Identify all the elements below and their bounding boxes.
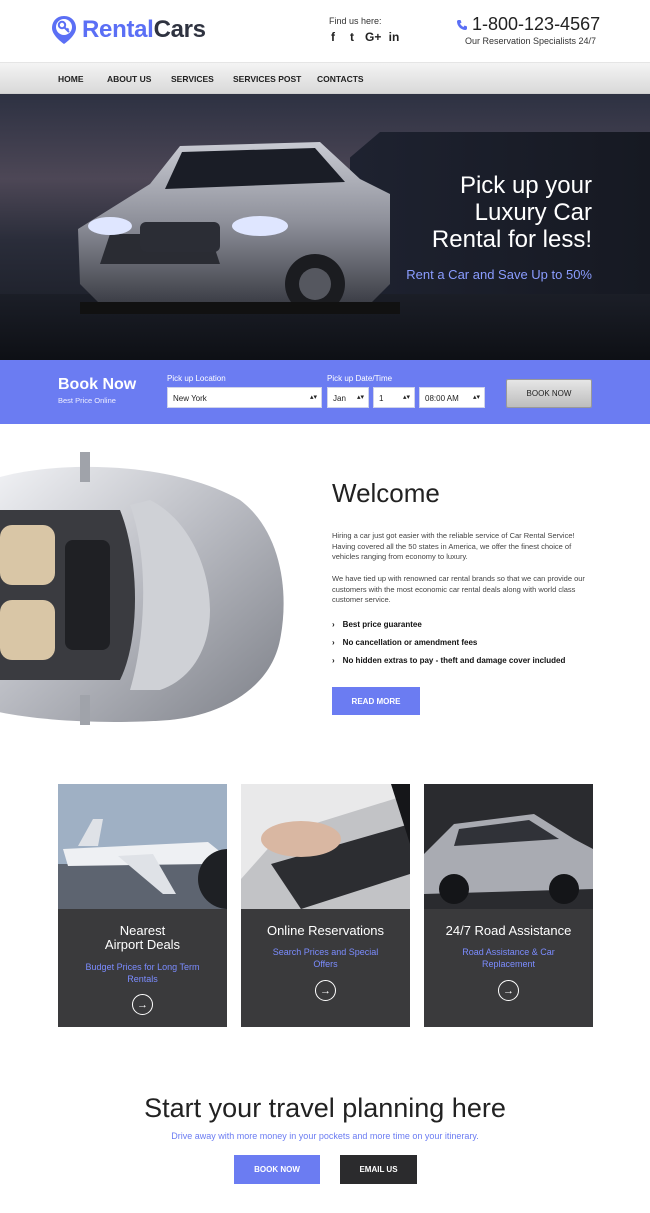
feature-bullet: › No cancellation or amendment fees	[332, 638, 477, 647]
hero-title: Pick up your Luxury Car Rental for less!	[332, 172, 592, 253]
read-more-button[interactable]: READ MORE	[332, 687, 420, 715]
cta-book-button[interactable]: BOOK NOW	[234, 1155, 320, 1184]
card-title-line-1: Nearest	[119, 923, 166, 938]
month-value: Jan	[333, 394, 346, 403]
facebook-icon[interactable]: f	[327, 30, 339, 44]
chevron-right-icon: ›	[332, 638, 335, 647]
main-nav: HOME ABOUT US SERVICES SERVICES POST CON…	[0, 62, 650, 94]
phone-number[interactable]: 1-800-123-4567	[456, 14, 600, 35]
caret-down-icon: ▴▾	[356, 394, 364, 401]
feature-bullet-text: Best price guarantee	[342, 620, 422, 629]
booking-bar: Book Now Best Price Online Pick up Locat…	[0, 360, 650, 424]
welcome-paragraph-2: We have tied up with renowned car rental…	[332, 574, 585, 604]
booking-title: Book Now	[58, 376, 137, 393]
hero-banner: Pick up your Luxury Car Rental for less!…	[0, 94, 650, 360]
card-subtitle: Budget Prices for Long Term Rentals	[85, 962, 200, 984]
hero-title-line-2: Luxury Car	[474, 199, 592, 226]
day-select[interactable]: 1 ▴▾	[373, 387, 415, 408]
card-subtitle: Search Prices and Special Offers	[272, 947, 379, 969]
hero-title-line-1: Pick up your	[459, 172, 592, 199]
arrow-circle-icon[interactable]: →	[315, 980, 336, 1001]
convertible-car-image	[0, 452, 284, 725]
phone-icon	[457, 19, 467, 30]
service-card-reservations[interactable]: Online Reservations Search Prices and Sp…	[241, 784, 410, 1027]
cta-email-button[interactable]: EMAIL US	[340, 1155, 417, 1184]
caret-down-icon: ▴▾	[472, 394, 480, 401]
card-title-line-2: Airport Deals	[104, 937, 181, 952]
arrow-circle-icon[interactable]: →	[498, 980, 519, 1001]
caret-down-icon: ▴▾	[309, 394, 317, 401]
welcome-title: Welcome	[332, 478, 440, 508]
feature-bullet: › No hidden extras to pay - theft and da…	[332, 656, 565, 665]
booking-submit-button[interactable]: BOOK NOW	[506, 379, 592, 408]
welcome-paragraph-1: Hiring a car just got easier with the re…	[332, 531, 575, 561]
airport-plane-image	[58, 784, 227, 909]
hero-subtitle: Rent a Car and Save Up to 50%	[406, 267, 592, 282]
nav-services-post[interactable]: SERVICES POST	[233, 74, 301, 84]
service-card-road-assistance[interactable]: 24/7 Road Assistance Road Assistance & C…	[424, 784, 593, 1027]
location-select[interactable]: New York ▴▾	[167, 387, 322, 408]
map-pin-key-icon	[52, 16, 76, 44]
location-value: New York	[173, 394, 207, 403]
feature-bullet: › Best price guarantee	[332, 620, 422, 629]
site-header: RentalCars Find us here: f t G+ in 1-800…	[0, 0, 650, 62]
time-select[interactable]: 08:00 AM ▴▾	[419, 387, 485, 408]
service-card-airport[interactable]: Nearest Airport Deals Budget Prices for …	[58, 784, 227, 1027]
card-subtitle: Road Assistance & Car Replacement	[462, 947, 555, 969]
chevron-right-icon: ›	[332, 656, 335, 665]
card-title: Online Reservations	[266, 923, 385, 938]
nav-about-us[interactable]: ABOUT US	[107, 74, 151, 84]
caret-down-icon: ▴▾	[402, 394, 410, 401]
google-plus-icon[interactable]: G+	[365, 30, 381, 44]
feature-bullet-text: No cancellation or amendment fees	[342, 638, 478, 647]
logo-text-rental: Rental	[82, 16, 154, 43]
phone-text: 1-800-123-4567	[472, 14, 601, 34]
location-label: Pick up Location	[167, 374, 226, 383]
phone-subtitle: Our Reservation Specialists 24/7	[465, 36, 597, 46]
feature-bullet-text: No hidden extras to pay - theft and dama…	[342, 656, 566, 665]
card-title: Nearest Airport Deals	[58, 924, 227, 952]
laptop-typing-image	[241, 784, 410, 909]
nav-services[interactable]: SERVICES	[171, 74, 214, 84]
logo-text: RentalCars	[82, 16, 206, 44]
day-value: 1	[379, 394, 384, 403]
linkedin-icon[interactable]: in	[388, 30, 400, 44]
date-label: Pick up Date/Time	[327, 374, 393, 383]
cta-subtitle: Drive away with more money in your pocke…	[171, 1131, 479, 1141]
cta-title: Start your travel planning here	[144, 1093, 506, 1123]
social-links: f t G+ in	[327, 30, 400, 44]
chevron-right-icon: ›	[332, 620, 335, 629]
card-title: 24/7 Road Assistance	[445, 923, 572, 938]
suv-car-image	[424, 784, 593, 909]
booking-subtitle: Best Price Online	[58, 396, 116, 405]
time-value: 08:00 AM	[425, 394, 459, 403]
find-us-label: Find us here:	[329, 16, 382, 26]
month-select[interactable]: Jan ▴▾	[327, 387, 369, 408]
logo-text-cars: Cars	[153, 16, 206, 43]
logo[interactable]: RentalCars	[50, 15, 206, 45]
twitter-icon[interactable]: t	[346, 30, 358, 44]
nav-contacts[interactable]: CONTACTS	[317, 74, 364, 84]
nav-home[interactable]: HOME	[58, 74, 84, 84]
hero-title-line-3: Rental for less!	[431, 226, 592, 253]
arrow-circle-icon[interactable]: →	[132, 994, 153, 1015]
